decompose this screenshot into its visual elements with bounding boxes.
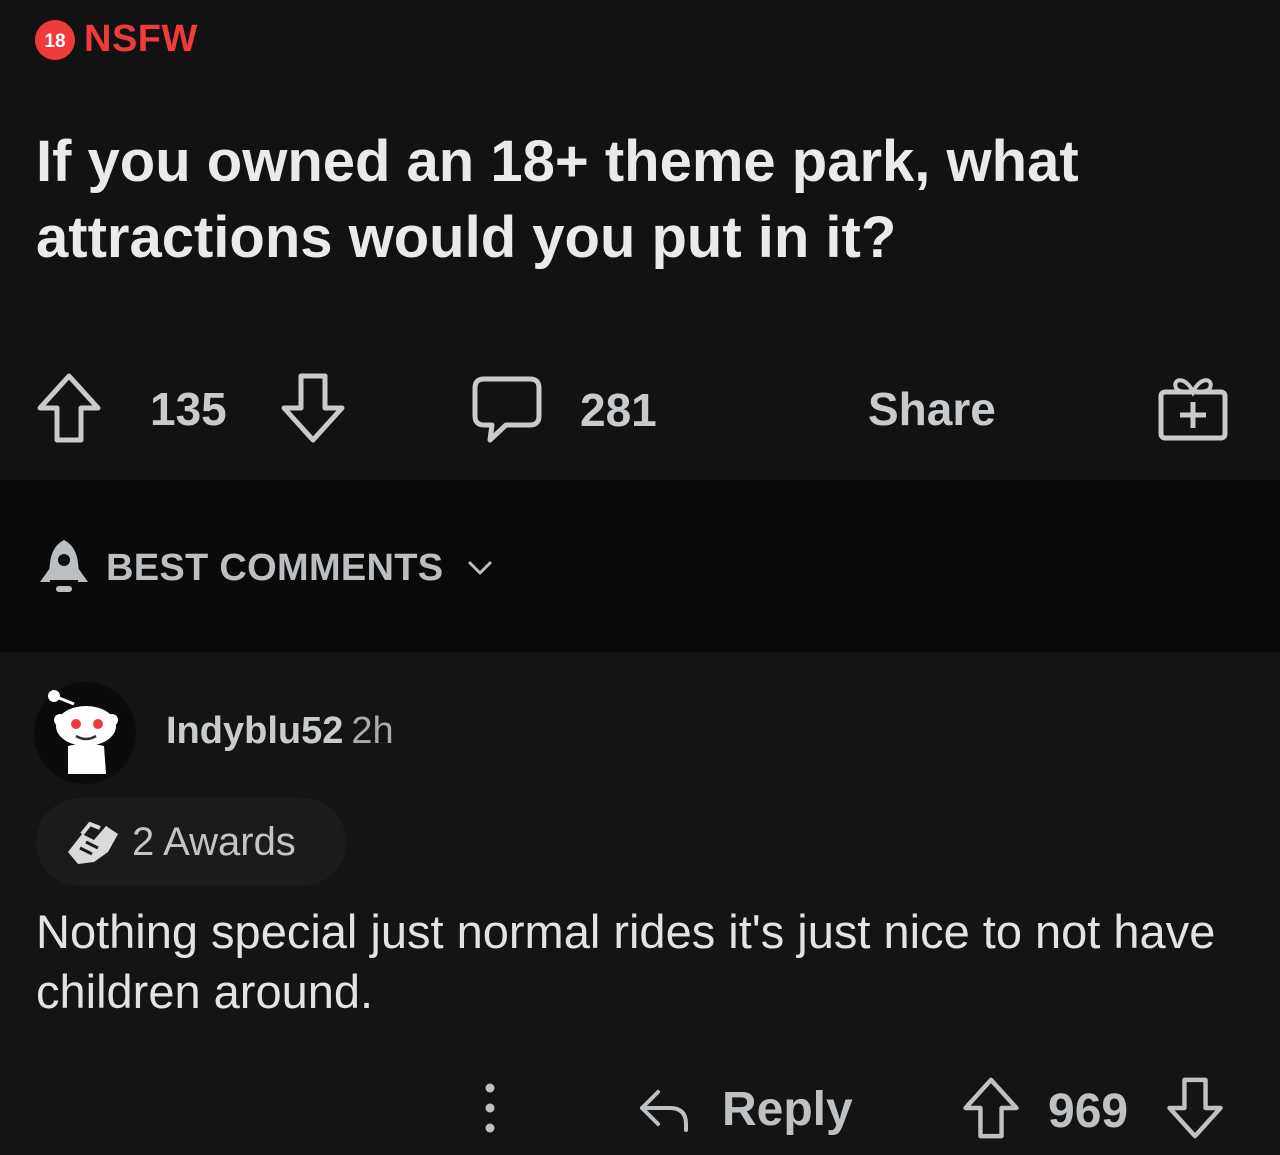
upvote-button[interactable] bbox=[36, 372, 102, 444]
more-options-button[interactable] bbox=[470, 1078, 510, 1138]
comment-upvote-button[interactable] bbox=[962, 1076, 1020, 1140]
comment-sort-bar: BEST COMMENTS bbox=[0, 480, 1280, 652]
post-actions: 135 281 Share bbox=[0, 360, 1280, 460]
comment-age: 2h bbox=[351, 710, 394, 752]
comment-score: 969 bbox=[1048, 1085, 1129, 1138]
sort-dropdown[interactable]: BEST COMMENTS bbox=[36, 536, 495, 600]
downvote-icon bbox=[281, 373, 345, 443]
share-label: Share bbox=[868, 383, 996, 435]
comment: Indyblu52 2h 2 Awards Nothing special jus… bbox=[0, 652, 1280, 1155]
post-header: 18 NSFW If you owned an 18+ theme park, … bbox=[0, 0, 1280, 480]
comment-actions: Reply 969 bbox=[0, 1062, 1280, 1152]
comment-author[interactable]: Indyblu52 2h bbox=[166, 710, 394, 753]
comment-count: 281 bbox=[580, 384, 657, 436]
award-handshake-icon bbox=[68, 821, 118, 864]
reply-label: Reply bbox=[722, 1083, 853, 1136]
awards-label: 2 Awards bbox=[132, 819, 296, 864]
author-name[interactable]: Indyblu52 bbox=[166, 710, 343, 752]
awards-pill[interactable]: 2 Awards bbox=[36, 798, 346, 886]
comment-body: Nothing special just normal rides it's j… bbox=[36, 905, 1216, 1018]
comment-downvote-button[interactable] bbox=[1166, 1076, 1224, 1140]
rocket-icon bbox=[40, 540, 88, 592]
comments-button[interactable]: 281 bbox=[470, 374, 657, 446]
reply-icon bbox=[640, 1089, 688, 1132]
nsfw-label: NSFW bbox=[84, 18, 198, 60]
more-vertical-icon bbox=[485, 1083, 495, 1133]
share-button[interactable]: Share bbox=[868, 382, 996, 436]
gift-award-button[interactable] bbox=[1156, 370, 1230, 444]
post-vote-count: 135 bbox=[150, 383, 227, 435]
upvote-icon bbox=[963, 1077, 1019, 1139]
nsfw-badge-text: 18 bbox=[44, 31, 65, 52]
avatar-snoo bbox=[48, 690, 118, 774]
nsfw-18-icon: 18 bbox=[34, 19, 76, 61]
nsfw-tag: 18 NSFW bbox=[34, 18, 198, 61]
chevron-down-icon bbox=[468, 561, 492, 575]
sort-label: BEST COMMENTS bbox=[106, 546, 444, 589]
downvote-icon bbox=[1167, 1077, 1223, 1139]
avatar[interactable] bbox=[34, 682, 136, 784]
gift-icon bbox=[1158, 378, 1228, 441]
reply-button[interactable]: Reply bbox=[636, 1082, 853, 1137]
comment-icon bbox=[472, 376, 542, 443]
upvote-icon bbox=[37, 373, 101, 443]
downvote-button[interactable] bbox=[280, 372, 346, 444]
post-title: If you owned an 18+ theme park, what att… bbox=[36, 129, 1079, 270]
